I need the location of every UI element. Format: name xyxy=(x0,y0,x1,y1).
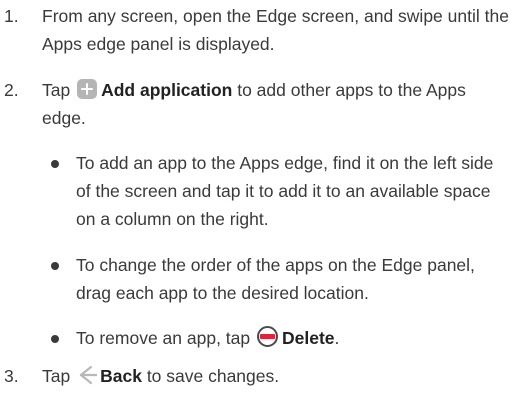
bullet-text-post: . xyxy=(334,328,340,348)
step-number: 3. xyxy=(4,366,19,386)
bullet-text: To change the order of the apps on the E… xyxy=(76,255,475,303)
step-text: Tap Back to save changes. xyxy=(42,362,512,390)
add-application-label: Add application xyxy=(101,80,233,100)
plus-icon xyxy=(77,79,98,99)
step-number: 1. xyxy=(4,6,19,26)
step-text: From any screen, open the Edge screen, a… xyxy=(42,6,509,54)
back-label: Back xyxy=(100,366,142,386)
minus-circle-icon xyxy=(257,326,279,347)
step-number: 2. xyxy=(4,80,19,100)
bullet-text: To add an app to the Apps edge, find it … xyxy=(76,153,494,229)
bullet-text: To remove an app, tap Delete. xyxy=(76,324,512,352)
bullet-dot xyxy=(51,335,59,343)
bullet-dot xyxy=(51,160,59,168)
step-text-pre: Tap xyxy=(42,80,71,100)
step-text: Tap Add application to add other apps to… xyxy=(42,76,512,132)
bullet-text-pre: To remove an app, tap xyxy=(76,328,251,348)
step-text-post: to save changes. xyxy=(146,366,280,386)
back-arrow-icon xyxy=(77,365,98,385)
delete-label: Delete xyxy=(282,328,335,348)
bullet-dot xyxy=(51,262,59,270)
instructions-document: 1. From any screen, open the Edge screen… xyxy=(0,0,513,394)
step-text-pre: Tap xyxy=(42,366,71,386)
